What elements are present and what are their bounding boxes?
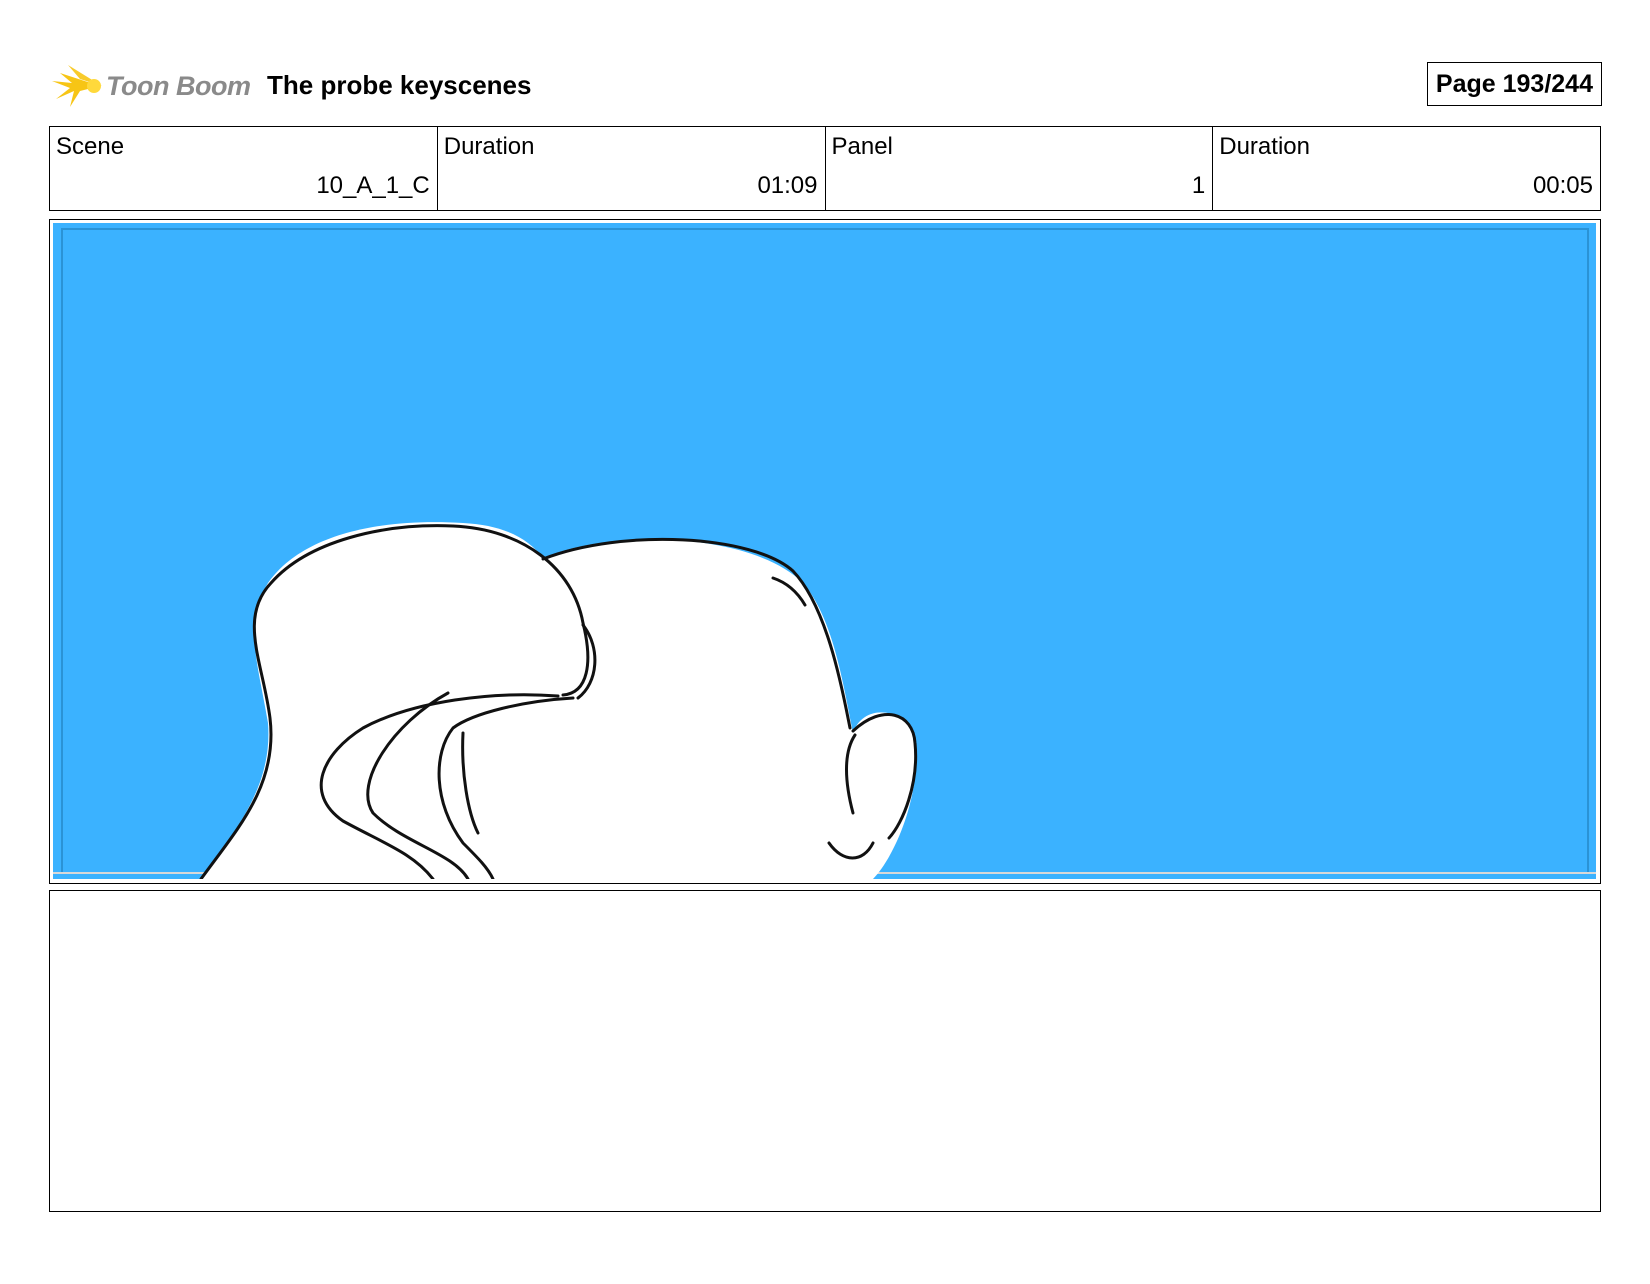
- storyboard-panel: [49, 219, 1601, 884]
- scene-duration-cell: Duration 01:09: [438, 127, 826, 210]
- toon-boom-logo: Toon Boom: [50, 58, 251, 114]
- scene-info-table: Scene 10_A_1_C Duration 01:09 Panel 1 Du…: [49, 126, 1601, 211]
- page-number: Page 193/244: [1426, 62, 1602, 106]
- page-header: Toon Boom The probe keyscenes Page 193/2…: [50, 58, 1602, 114]
- logo-text: Toon Boom: [106, 70, 251, 101]
- panel-duration-label: Duration: [1219, 133, 1310, 160]
- panel-cell: Panel 1: [826, 127, 1214, 210]
- panel-duration-cell: Duration 00:05: [1213, 127, 1600, 210]
- scene-duration-value: 01:09: [757, 172, 818, 199]
- panel-drawing: [53, 223, 1596, 879]
- logo-flame-icon: [52, 65, 102, 107]
- scene-label: Scene: [56, 133, 125, 160]
- panel-duration-value: 00:05: [1532, 172, 1593, 199]
- panel-value: 1: [1191, 172, 1206, 199]
- panel-label: Panel: [831, 133, 893, 160]
- panel-notes-box: [49, 890, 1601, 1212]
- scene-duration-label: Duration: [443, 133, 535, 160]
- scene-value: 10_A_1_C: [316, 172, 430, 199]
- document-title: The probe keyscenes: [267, 70, 532, 100]
- scene-cell: Scene 10_A_1_C: [50, 127, 438, 210]
